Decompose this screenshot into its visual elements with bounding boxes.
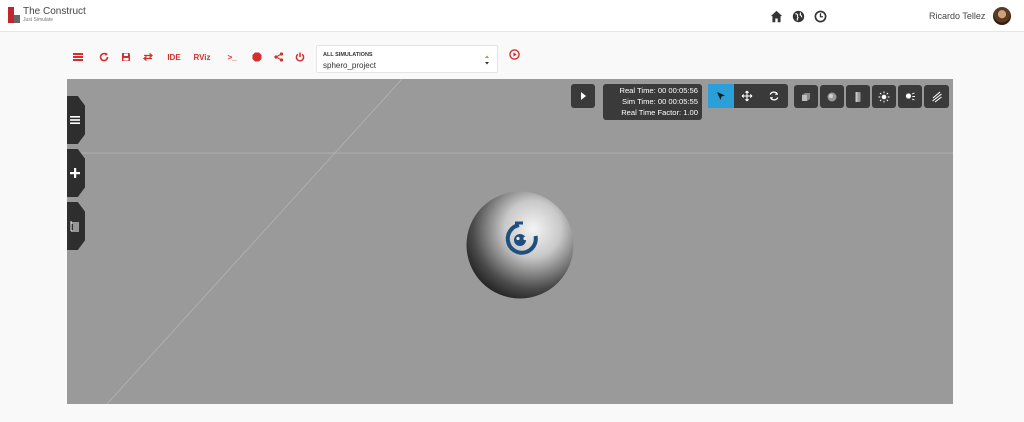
list-button[interactable] xyxy=(72,50,84,64)
translate-mode-icon xyxy=(741,90,753,102)
spot-light-button[interactable] xyxy=(898,85,922,108)
save-icon xyxy=(122,53,130,61)
spot-light-icon xyxy=(905,92,915,100)
box-shape-button[interactable] xyxy=(794,85,818,108)
simulation-select-label: ALL SIMULATIONS xyxy=(323,52,373,58)
sphere-shape-button[interactable] xyxy=(820,85,844,108)
ide-button[interactable]: IDE xyxy=(165,50,183,64)
stop-button[interactable] xyxy=(251,50,263,64)
swap-button[interactable] xyxy=(142,50,154,64)
point-light-button[interactable] xyxy=(872,85,896,108)
select-arrows-icon xyxy=(485,55,489,65)
cylinder-icon xyxy=(855,91,861,102)
point-light-icon xyxy=(878,91,890,102)
play-pause-button[interactable] xyxy=(571,84,595,108)
top-navigation-bar: The Construct Just Simulate Ricardo Tell… xyxy=(0,0,1024,32)
brand-tagline: Just Simulate xyxy=(23,17,54,23)
globe-icon[interactable] xyxy=(792,10,805,23)
side-tab-menu[interactable] xyxy=(67,96,85,144)
stop-icon xyxy=(252,52,262,62)
share-icon xyxy=(274,52,284,62)
terminal-button[interactable]: >_ xyxy=(225,50,239,64)
reload-button[interactable] xyxy=(98,50,110,64)
real-time-factor-readout: Real Time Factor: 1.00 xyxy=(621,108,698,117)
side-tab-layers[interactable] xyxy=(67,202,85,250)
swap-icon xyxy=(143,52,153,62)
layers-icon xyxy=(70,221,79,232)
rotate-mode-icon xyxy=(769,91,779,101)
scene-canvas[interactable] xyxy=(67,79,953,404)
directional-light-button[interactable] xyxy=(924,85,949,108)
box-icon xyxy=(802,92,810,101)
sphero-robot[interactable] xyxy=(466,191,574,299)
translate-mode-button[interactable] xyxy=(734,84,760,108)
play-icon xyxy=(581,92,586,100)
simulation-viewport[interactable] xyxy=(67,79,953,404)
power-button[interactable] xyxy=(294,50,306,64)
time-panel: Real Time: 00 00:05:56 Sim Time: 00 00:0… xyxy=(603,84,702,120)
menu-icon xyxy=(70,116,80,124)
save-button[interactable] xyxy=(120,50,132,64)
share-button[interactable] xyxy=(273,50,285,64)
side-tab-insert[interactable] xyxy=(67,149,85,197)
directional-light-icon xyxy=(931,91,942,102)
sim-time-readout: Sim Time: 00 00:05:55 xyxy=(622,97,698,106)
insert-icon xyxy=(70,168,80,178)
cylinder-shape-button[interactable] xyxy=(846,85,870,108)
rviz-button[interactable]: RViz xyxy=(192,50,212,64)
user-avatar[interactable] xyxy=(993,7,1011,25)
brand-name: The Construct xyxy=(23,6,86,17)
select-mode-button[interactable] xyxy=(708,84,734,108)
clock-icon[interactable] xyxy=(814,10,827,23)
play-icon[interactable] xyxy=(509,49,520,60)
simulation-select-value: sphero_project xyxy=(323,61,376,70)
select-mode-icon xyxy=(717,92,725,100)
sphere-icon xyxy=(827,92,837,101)
simulation-select[interactable]: ALL SIMULATIONS sphero_project xyxy=(316,45,498,73)
list-icon xyxy=(73,53,83,61)
rotate-mode-button[interactable] xyxy=(760,84,788,108)
logo-mark-icon xyxy=(8,7,20,23)
home-icon[interactable] xyxy=(770,10,783,23)
reload-icon xyxy=(99,52,109,62)
brand-logo[interactable]: The Construct Just Simulate xyxy=(8,7,86,24)
user-name[interactable]: Ricardo Tellez xyxy=(929,11,985,21)
ground-grid-line xyxy=(106,79,403,404)
real-time-readout: Real Time: 00 00:05:56 xyxy=(619,86,698,95)
power-icon xyxy=(295,52,305,62)
